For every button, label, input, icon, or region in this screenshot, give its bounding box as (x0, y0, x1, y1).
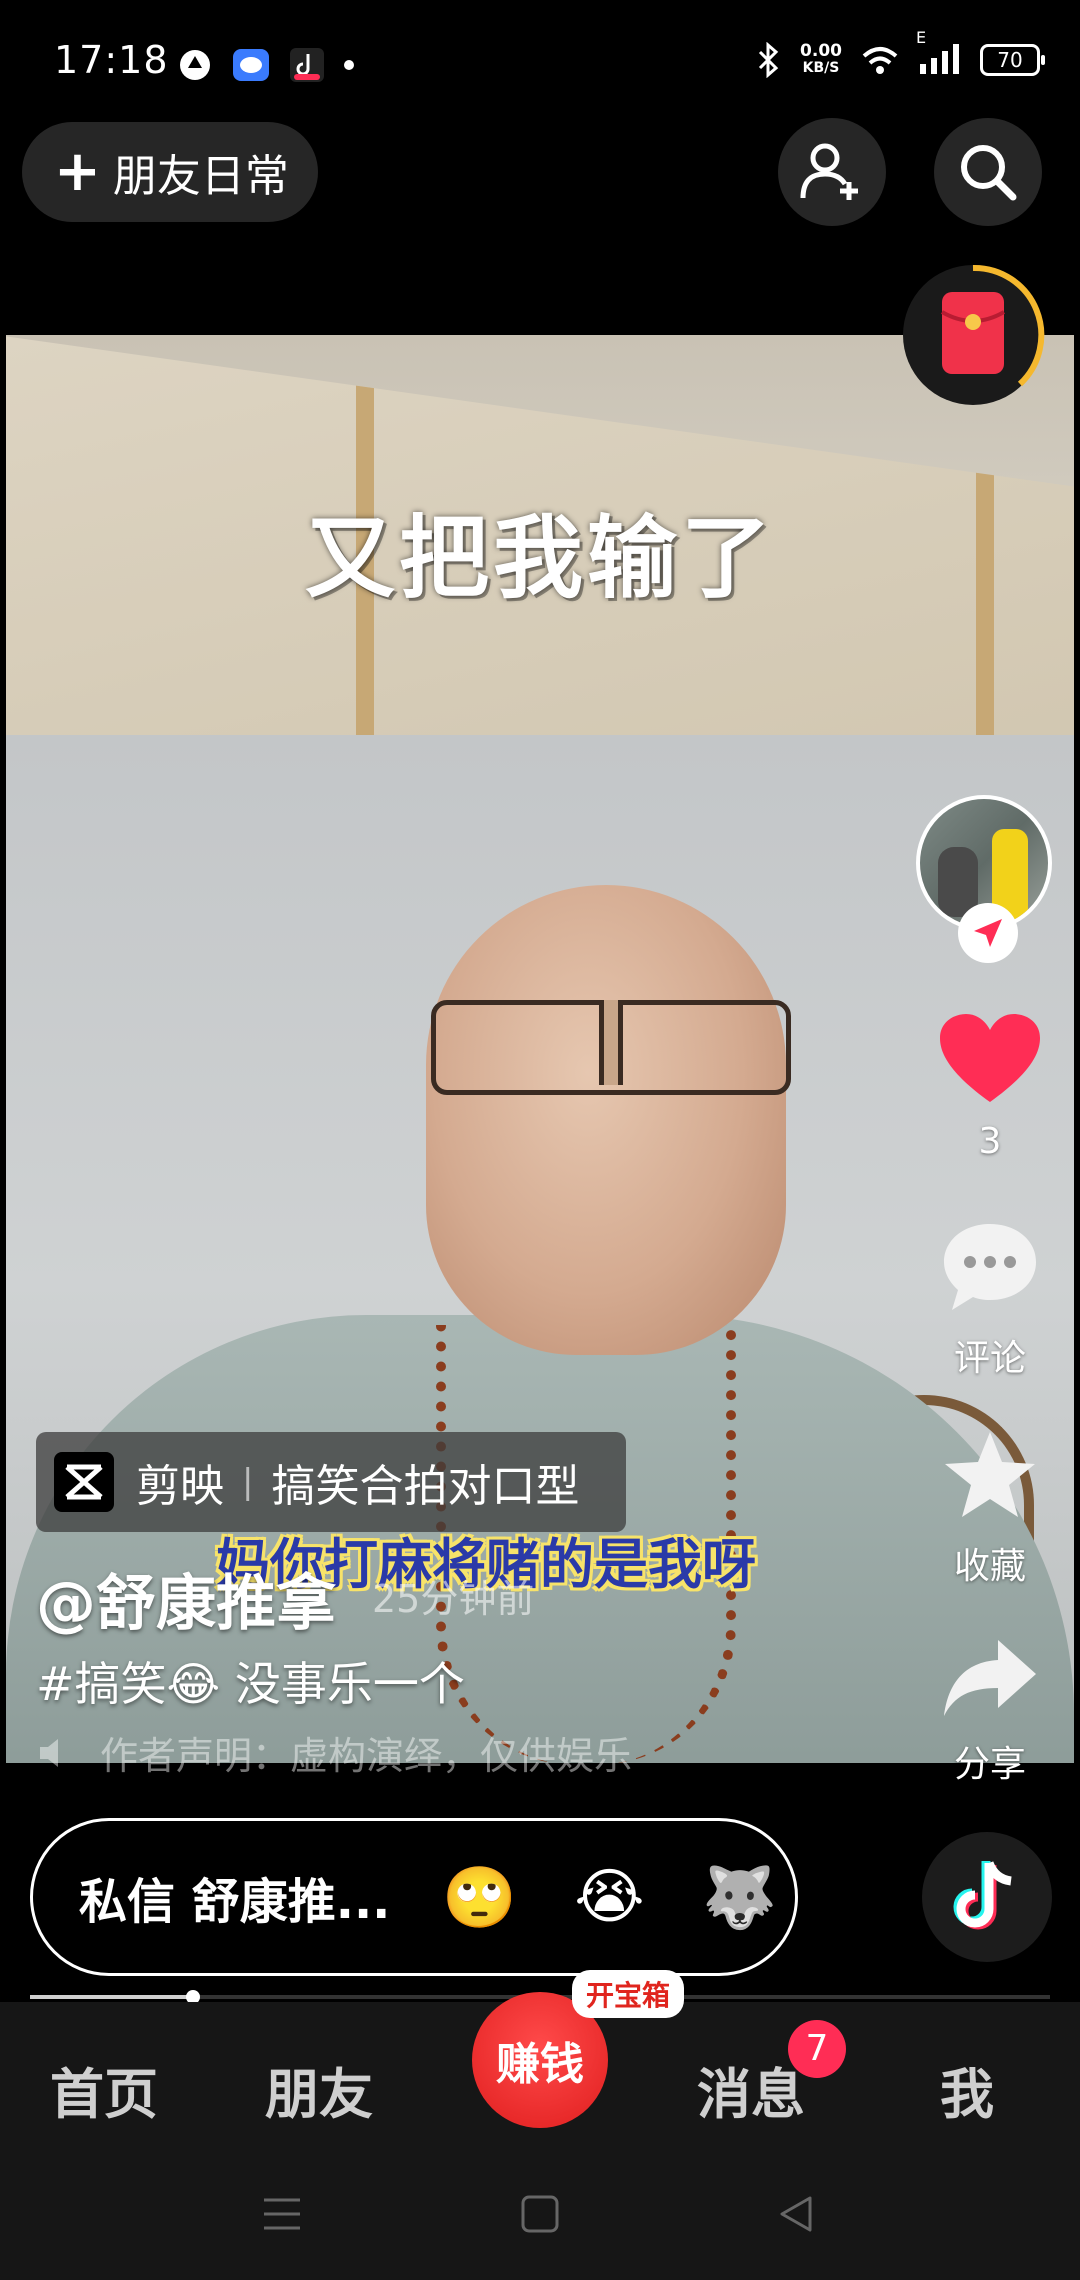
cell-signal: E (916, 28, 962, 78)
net-speed: 0.00 KB/S (800, 43, 842, 77)
tiktok-logo-icon (953, 1861, 1012, 1930)
video-title-overlay: 又把我输了 (305, 506, 775, 611)
video-description[interactable]: #搞笑😂 没事乐一个 (36, 1648, 465, 1714)
video-progress-fill (30, 1995, 194, 1999)
heart-icon (940, 1014, 1040, 1102)
plus-icon: + (54, 139, 101, 204)
recent-apps-button[interactable] (262, 2196, 302, 2236)
nav-messages[interactable]: 消息 (697, 2050, 805, 2129)
like-count: 3 (978, 1121, 1002, 1162)
favorite-label: 收藏 (953, 1546, 1026, 1587)
send-arrow-icon (974, 919, 1002, 947)
favorite-button[interactable]: 收藏 (930, 1428, 1050, 1589)
comment-label: 评论 (953, 1338, 1026, 1379)
share-label: 分享 (953, 1744, 1026, 1785)
red-packet-button[interactable] (900, 262, 1046, 408)
earn-label: 赚钱 (496, 2039, 584, 2090)
red-packet-icon (903, 264, 1045, 405)
wifi-icon (862, 47, 898, 74)
author-avatar-group[interactable] (916, 795, 1058, 970)
disclaimer-text: 作者声明：虚构演绎，仅供娱乐 (100, 1734, 633, 1778)
direct-message-bar[interactable]: 私信 舒康推... 🙄 😭 🐺 (30, 1818, 798, 1976)
bluetooth-icon (758, 42, 779, 78)
capcut-icon (54, 1452, 114, 1512)
net-speed-value: 0.00 (800, 41, 842, 61)
star-icon (945, 1432, 1035, 1517)
wolf-emoji[interactable]: 🐺 (698, 1856, 780, 1938)
glasses (431, 1000, 791, 1095)
person-head (426, 885, 786, 1355)
battery-indicator: 70 (980, 44, 1045, 76)
more-notifications-dot (344, 60, 354, 70)
comment-icon (944, 1224, 1036, 1310)
comment-button[interactable]: 评论 (930, 1220, 1050, 1381)
author-disclaimer: 作者声明：虚构演绎，仅供娱乐 (36, 1725, 632, 1780)
home-button[interactable] (520, 2194, 560, 2238)
menu-icon (264, 2198, 300, 2230)
messages-badge: 7 (788, 2020, 846, 2078)
status-notification-icons (178, 48, 354, 82)
capcut-template-tag[interactable]: 剪映 | 搞笑合拍对口型 (36, 1432, 626, 1532)
search-icon (961, 145, 1017, 201)
nav-friends[interactable]: 朋友 (265, 2050, 373, 2129)
share-button[interactable]: 分享 (930, 1636, 1050, 1787)
status-time: 17:18 (54, 38, 169, 82)
treasure-box-tag[interactable]: 开宝箱 (572, 1970, 685, 2018)
nav-home[interactable]: 首页 (50, 2050, 158, 2129)
back-button[interactable] (776, 2194, 816, 2238)
video-player[interactable]: 又把我输了 妈你打麻将赌的是我呀 (6, 335, 1074, 1763)
speaker-icon (40, 1738, 58, 1767)
tag-separator: | (242, 1462, 254, 1502)
add-user-icon (800, 143, 858, 200)
app-notification-icon (180, 50, 210, 80)
status-right: 0.00 KB/S E 70 (756, 28, 1045, 78)
capcut-label: 剪映 (136, 1461, 224, 1512)
eye-roll-emoji[interactable]: 🙄 (438, 1856, 520, 1938)
back-triangle-icon (780, 2196, 812, 2232)
net-speed-unit: KB/S (802, 60, 840, 76)
tiktok-notification-icon (290, 48, 324, 82)
friends-daily-label: 朋友日常 (112, 151, 289, 202)
capcut-template-name: 搞笑合拍对口型 (271, 1461, 580, 1512)
like-button[interactable]: 3 (930, 1012, 1050, 1162)
post-time: 25分钟前 (372, 1577, 535, 1621)
signal-type-label: E (916, 28, 927, 47)
follow-button[interactable] (958, 903, 1018, 963)
friends-daily-button[interactable]: + 朋友日常 (22, 122, 318, 222)
share-arrow-icon (944, 1640, 1036, 1716)
search-button[interactable] (934, 118, 1042, 226)
message-app-icon (233, 49, 269, 81)
add-friend-button[interactable] (778, 118, 886, 226)
dm-label: 私信 舒康推... (79, 1874, 391, 1930)
author-name[interactable]: @舒康推拿 (36, 1555, 336, 1642)
square-icon (521, 2195, 559, 2233)
tiktok-music-button[interactable] (922, 1832, 1052, 1962)
crying-laugh-emoji[interactable]: 😭 (568, 1856, 650, 1938)
nav-me[interactable]: 我 (940, 2050, 994, 2129)
